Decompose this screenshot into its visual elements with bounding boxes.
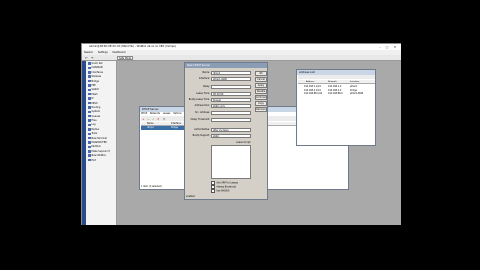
col-network[interactable]: Network bbox=[328, 80, 337, 84]
table-row[interactable]: 192.168.88.1/24 192.168.88.0 ether1-WAN bbox=[298, 92, 375, 96]
sidebar-brand-strip bbox=[82, 61, 86, 225]
field-label: Delay Threshold: bbox=[190, 118, 210, 121]
menu-settings[interactable]: Settings bbox=[98, 51, 108, 54]
remove-icon[interactable]: − bbox=[147, 117, 151, 121]
field-label: Bootp Lease Time: bbox=[188, 98, 210, 101]
safe-mode-button[interactable]: Safe Mode bbox=[117, 56, 134, 60]
name-field[interactable]: dhcp1 bbox=[211, 71, 251, 75]
col-address[interactable]: Address bbox=[306, 80, 314, 84]
ppp-icon bbox=[88, 84, 91, 87]
tab-leases[interactable]: Leases bbox=[163, 112, 171, 115]
field-label: Address Pool: bbox=[194, 104, 210, 107]
field-label: Authoritative: bbox=[194, 128, 210, 131]
delay-threshold-field[interactable] bbox=[211, 118, 251, 122]
tab-networks[interactable]: Networks bbox=[150, 112, 160, 115]
add-icon[interactable]: + bbox=[142, 117, 146, 121]
sidebar-item-exit[interactable]: Exit bbox=[87, 159, 117, 163]
redo-icon[interactable]: ↷ bbox=[91, 56, 95, 60]
field-label: Relay: bbox=[203, 85, 210, 88]
relay-field[interactable] bbox=[211, 85, 251, 89]
maximize-button[interactable]: □ bbox=[384, 45, 390, 49]
lease-time-field[interactable]: 00:10:00 bbox=[211, 92, 251, 96]
app-title: admin@38:6C:0E:XX:XX (MikroTik) - WinBox… bbox=[89, 45, 176, 48]
routing-icon bbox=[88, 106, 91, 109]
dialog-status: enabled bbox=[186, 195, 195, 198]
switch-icon bbox=[88, 88, 91, 92]
exit-icon bbox=[88, 158, 91, 162]
tools-icon bbox=[88, 132, 91, 135]
dialog-title-bar[interactable]: New DHCP Server bbox=[185, 63, 267, 68]
capsman-icon bbox=[88, 66, 91, 70]
bootp-support-select[interactable]: static bbox=[211, 134, 251, 138]
enable-icon[interactable]: ✓ bbox=[152, 117, 156, 121]
interface-select[interactable]: ether1-WAN bbox=[211, 77, 251, 81]
address-list-header: Address Network Interface bbox=[298, 80, 375, 84]
close-button[interactable]: ✕ bbox=[391, 45, 399, 49]
mesh-icon bbox=[88, 92, 91, 96]
winbox-icon bbox=[88, 154, 91, 157]
apply-button[interactable]: Apply bbox=[255, 83, 267, 88]
address-list-window: Address List Address Network Interface 1… bbox=[296, 69, 376, 146]
field-label: Interface: bbox=[198, 77, 210, 80]
bootp-lease-time-field[interactable]: forever bbox=[211, 98, 251, 102]
copy-button[interactable]: Copy bbox=[255, 101, 267, 106]
disable-icon[interactable]: ✕ bbox=[157, 117, 161, 121]
sidebar-list: Quick Set CAPsMAN Interfaces Wireless Br… bbox=[87, 62, 117, 163]
log-icon bbox=[88, 123, 91, 127]
partition-icon bbox=[88, 145, 91, 149]
minimize-button[interactable]: – bbox=[377, 45, 383, 49]
field-label: Src. Address: bbox=[195, 111, 210, 114]
table-row[interactable]: dhcp1 bridge bbox=[141, 126, 185, 130]
wireless-icon bbox=[88, 75, 91, 78]
quick-set-icon bbox=[88, 62, 91, 65]
address-list-toolbar bbox=[298, 75, 375, 79]
tab-dhcp[interactable]: DHCP bbox=[141, 112, 147, 115]
tab-options[interactable]: Options bbox=[173, 112, 181, 115]
metarouter-icon bbox=[88, 141, 91, 144]
lease-script-area[interactable] bbox=[211, 145, 251, 179]
bridge-icon bbox=[88, 79, 91, 83]
remove-button[interactable]: Remove bbox=[255, 107, 267, 112]
system-icon bbox=[88, 110, 91, 114]
checkbox-icon bbox=[211, 189, 216, 194]
use-radius-checkbox[interactable]: Use RADIUS bbox=[211, 189, 261, 194]
radius-icon bbox=[88, 128, 91, 131]
cancel-button[interactable]: Cancel bbox=[255, 77, 267, 82]
interfaces-icon bbox=[88, 71, 91, 74]
filter-icon[interactable]: ▽ bbox=[163, 117, 167, 121]
files-icon bbox=[88, 119, 91, 122]
terminal-icon bbox=[88, 136, 91, 140]
ip-icon bbox=[88, 97, 91, 100]
comment-button[interactable]: Comment bbox=[255, 95, 267, 100]
sidebar: Quick Set CAPsMAN Interfaces Wireless Br… bbox=[82, 61, 117, 225]
menu-session[interactable]: Session bbox=[84, 51, 93, 54]
lease-script-label: Lease Script: bbox=[236, 141, 251, 144]
address-pool-select[interactable]: static-only bbox=[211, 104, 251, 108]
queues-icon bbox=[88, 114, 91, 118]
col-interface[interactable]: Interface bbox=[350, 80, 359, 84]
field-label: Bootp Support: bbox=[192, 134, 210, 137]
mpls-icon bbox=[88, 101, 91, 105]
authoritative-select[interactable]: after 2s delay bbox=[211, 128, 251, 132]
ok-button[interactable]: OK bbox=[255, 71, 267, 76]
src-address-field[interactable] bbox=[211, 111, 251, 115]
disable-button[interactable]: Disable bbox=[255, 89, 267, 94]
field-label: Name: bbox=[202, 71, 210, 74]
menu-dashboard[interactable]: Dashboard bbox=[112, 51, 125, 54]
field-label: Lease Time: bbox=[196, 92, 210, 95]
new-dhcp-server-dialog: New DHCP Server Name: dhcp1 Interface: e… bbox=[184, 62, 268, 200]
undo-icon[interactable]: ↶ bbox=[85, 56, 89, 60]
supout-icon bbox=[88, 150, 91, 153]
